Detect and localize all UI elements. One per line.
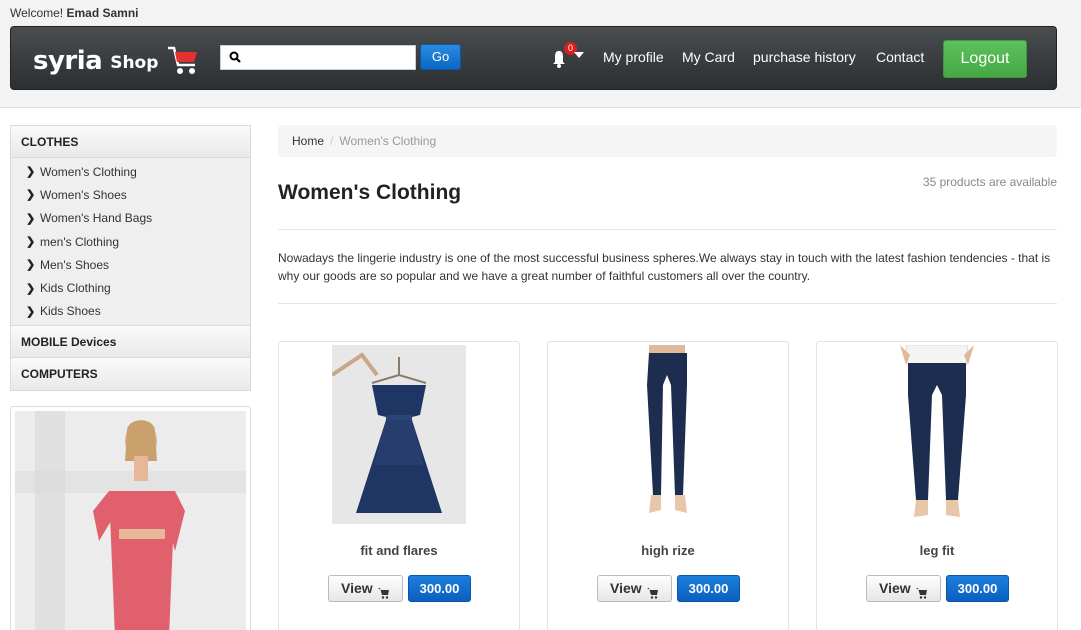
cart-icon [916,582,928,607]
product-name[interactable]: high rize [548,543,788,558]
promo-image [15,411,246,630]
sidebar-item-womens-shoes[interactable]: ❯ Women's Shoes [11,183,250,206]
product-name[interactable]: leg fit [817,543,1057,558]
breadcrumb: Home / Women's Clothing [278,125,1057,157]
chevron-right-icon: ❯ [26,189,36,202]
product-image[interactable] [330,345,466,524]
divider [278,303,1057,304]
bell-icon[interactable] [552,49,566,72]
sidebar-item-womens-clothing[interactable]: ❯ Women's Clothing [11,160,250,183]
category-computers[interactable]: COMPUTERS [10,358,251,392]
category-clothes-list: ❯ Women's Clothing ❯ Women's Shoes ❯ Women'… [10,158,251,326]
nav-my-card[interactable]: My Card [682,49,735,65]
view-button[interactable]: View [328,575,403,602]
main-content: Home / Women's Clothing Women's Clothing 3… [278,125,1058,630]
sidebar-item-kids-shoes[interactable]: ❯ Kids Shoes [11,300,250,323]
welcome-text: Welcome! Emad Samni [10,6,139,20]
chevron-right-icon: ❯ [26,212,36,225]
price-button[interactable]: 300.00 [408,575,471,602]
sidebar-item-mens-clothing[interactable]: ❯ men's Clothing [11,230,250,253]
view-button[interactable]: View [597,575,672,602]
product-count: 35 products are available [922,175,1057,189]
product-name[interactable]: fit and flares [279,543,519,558]
go-button[interactable]: Go [420,44,461,70]
price-button[interactable]: 300.00 [946,575,1009,602]
cart-icon [378,582,390,607]
price-button[interactable]: 300.00 [677,575,740,602]
chevron-right-icon: ❯ [26,259,36,272]
divider [278,229,1057,230]
category-description: Nowadays the lingerie industry is one of… [278,251,1051,283]
nav-my-profile[interactable]: My profile [603,49,664,65]
product-card: fit and flares View 300.00 [278,341,520,630]
nav-purchase-history[interactable]: purchase history [753,49,856,65]
breadcrumb-current: Women's Clothing [339,134,437,148]
category-mobile-devices[interactable]: MOBILE Devices [10,325,251,359]
shopping-cart-icon [166,43,200,80]
logout-button[interactable]: Logout [943,40,1027,78]
product-card: leg fit View 300.00 [816,341,1058,630]
promo-banner[interactable] [10,406,251,630]
chevron-right-icon: ❯ [26,305,36,318]
search-box[interactable] [220,45,416,70]
product-image[interactable] [870,344,1004,524]
category-clothes[interactable]: CLOTHES [10,125,251,158]
cart-icon [647,582,659,607]
logo[interactable]: syria Shop [33,41,200,80]
username: Emad Samni [66,6,139,20]
logo-word-syria: syria [33,45,103,76]
chevron-right-icon: ❯ [26,166,36,179]
top-navbar: syria Shop Go 0 My profile My Card purch… [10,26,1057,90]
search-icon [229,51,241,66]
chevron-right-icon: ❯ [26,282,36,295]
chevron-down-icon[interactable] [574,52,584,58]
sidebar-item-kids-clothing[interactable]: ❯ Kids Clothing [11,276,250,299]
search-input[interactable] [247,48,411,67]
welcome-prefix: Welcome! [10,6,64,20]
nav-contact[interactable]: Contact [876,49,924,65]
sidebar-item-womens-hand-bags[interactable]: ❯ Women's Hand Bags [11,207,250,230]
sidebar-item-mens-shoes[interactable]: ❯ Men's Shoes [11,253,250,276]
view-button[interactable]: View [866,575,941,602]
product-card: high rize View 300.00 [547,341,789,630]
chevron-right-icon: ❯ [26,236,36,249]
breadcrumb-separator: / [330,134,334,148]
breadcrumb-home[interactable]: Home [292,134,324,148]
page-title: Women's Clothing [278,181,462,204]
category-sidebar: CLOTHES ❯ Women's Clothing ❯ Women's Shoes… [10,125,251,392]
logo-word-shop: Shop [110,52,159,73]
product-image[interactable] [601,345,735,524]
